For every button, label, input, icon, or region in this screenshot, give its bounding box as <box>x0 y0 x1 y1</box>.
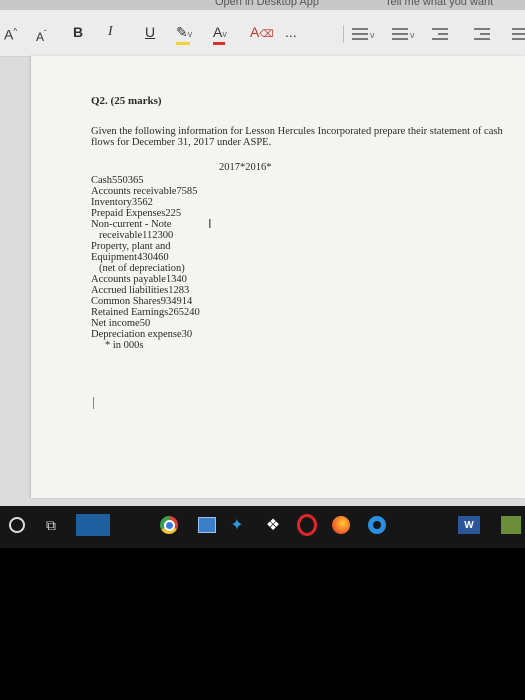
font-color-button[interactable]: Av <box>213 23 227 43</box>
start-icon[interactable] <box>6 514 28 536</box>
years-header: 2017*2016* <box>219 162 272 173</box>
list-item: Depreciation expense30 <box>91 329 193 340</box>
list-item: Net income50 <box>91 318 151 329</box>
chrome-icon[interactable] <box>158 514 180 536</box>
list-item: Accounts payable1340 <box>91 274 187 285</box>
opera-icon[interactable] <box>296 514 318 536</box>
monitor-black-gap <box>398 514 420 536</box>
dropbox-icon[interactable]: ❖ <box>262 514 284 536</box>
tell-me-box[interactable]: Tell me what you want <box>385 0 493 8</box>
monitor-screen: Open in Desktop App Tell me what you wan… <box>0 0 525 548</box>
highlighter-icon: ✎ <box>176 24 188 40</box>
list-item: Non-current - Note <box>91 219 172 230</box>
shrink-font-button[interactable]: Aˇ <box>36 25 47 46</box>
numbering-icon[interactable] <box>392 25 408 43</box>
list-item: Inventory3562 <box>91 197 153 208</box>
highlight-button[interactable]: ✎v <box>176 23 192 43</box>
clear-formatting-button[interactable]: A⌫ <box>250 23 273 44</box>
taskbar: ⧉ ✦ ❖ W <box>0 506 525 548</box>
edge-icon[interactable] <box>366 514 388 536</box>
list-item: Retained Earnings265240 <box>91 307 200 318</box>
font-color-bar <box>213 42 225 45</box>
chevron-down-icon[interactable]: v <box>410 26 415 44</box>
ribbon-toolbar: A^ Aˇ B I U ✎v Av A⌫ ... v v <box>0 10 525 57</box>
balance-items-list: Cash550365 Accounts receivable7585 Inven… <box>91 175 200 351</box>
chevron-down-icon: v <box>187 29 193 39</box>
chevron-down-icon[interactable]: v <box>370 26 375 44</box>
italic-button[interactable]: I <box>108 23 113 41</box>
list-item: Cash550365 <box>91 175 144 186</box>
list-item: Equipment430460 <box>91 252 169 263</box>
underline-button[interactable]: U <box>145 23 155 41</box>
app-icon[interactable] <box>500 514 522 536</box>
chevron-down-icon: v <box>222 29 227 39</box>
firefox-icon[interactable] <box>330 514 352 536</box>
eraser-icon: ⌫ <box>259 29 274 40</box>
bullets-icon[interactable] <box>352 25 368 43</box>
open-desktop-app-link[interactable]: Open in Desktop App <box>215 0 319 8</box>
word-icon[interactable]: W <box>458 514 480 536</box>
task-view-icon[interactable]: ⧉ <box>40 514 62 536</box>
list-item: Accrued liabilities1283 <box>91 285 190 296</box>
list-item: Accounts receivable7585 <box>91 186 198 197</box>
text-caret <box>93 397 94 409</box>
photos-icon[interactable] <box>196 514 218 536</box>
grow-font-button[interactable]: A^ <box>4 23 17 44</box>
list-item: (net of depreciation) <box>99 263 185 274</box>
list-item: Prepaid Expenses225 <box>91 208 182 219</box>
highlight-color-bar <box>176 42 190 45</box>
divider <box>343 25 344 43</box>
bold-button[interactable]: B <box>73 23 83 41</box>
list-item: Property, plant and <box>91 241 171 252</box>
question-instruction: Given the following information for Less… <box>91 126 503 148</box>
highlight-block <box>76 514 110 536</box>
increase-indent-icon[interactable] <box>474 25 490 43</box>
pin-icon[interactable]: ✦ <box>226 514 248 536</box>
more-button[interactable]: ... <box>285 23 297 41</box>
question-heading: Q2. (25 marks) <box>91 95 162 107</box>
title-bar: Open in Desktop App Tell me what you wan… <box>0 0 525 10</box>
align-icon[interactable] <box>512 25 525 43</box>
decrease-indent-icon[interactable] <box>432 25 448 43</box>
list-item: Common Shares934914 <box>91 296 193 307</box>
list-item: * in 000s <box>105 340 144 351</box>
list-item: receivable112300 <box>99 230 174 241</box>
text-cursor-icon: I <box>208 216 212 231</box>
